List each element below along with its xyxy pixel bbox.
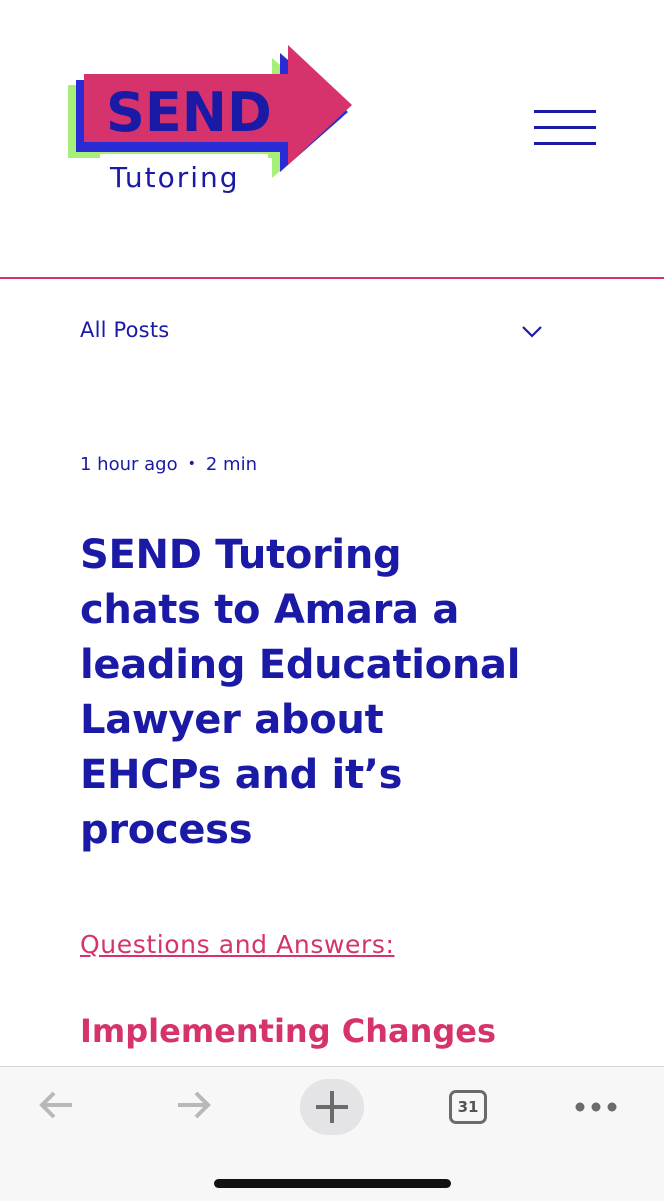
more-button[interactable] (564, 1081, 628, 1135)
new-tab-button[interactable] (300, 1079, 364, 1135)
browser-toolbar: 31 (0, 1066, 664, 1201)
more-dots-icon (575, 1102, 617, 1112)
read-time: 2 min (205, 454, 257, 475)
title-line: Lawyer about (80, 697, 384, 743)
hamburger-icon-bar (534, 142, 596, 145)
header-divider (0, 277, 664, 279)
send-tutoring-logo[interactable]: SEND Tutoring (60, 40, 360, 200)
hamburger-icon-bar (534, 126, 596, 129)
all-posts-dropdown[interactable]: All Posts (80, 312, 550, 352)
title-line: chats to Amara a (80, 587, 460, 633)
back-arrow-icon (39, 1091, 72, 1119)
post-time: 1 hour ago (80, 454, 178, 475)
meta-separator: • (187, 456, 196, 472)
title-line: EHCPs and it’s (80, 752, 403, 798)
hamburger-icon-bar (534, 110, 596, 113)
forward-button[interactable] (162, 1081, 226, 1135)
questions-answers-link[interactable]: Questions and Answers: (80, 930, 395, 959)
logo-graphic: SEND Tutoring (68, 45, 352, 200)
tabs-button[interactable]: 31 (449, 1090, 487, 1124)
back-button[interactable] (24, 1081, 88, 1135)
logo-subword: Tutoring (109, 161, 240, 194)
logo-word: SEND (106, 81, 272, 144)
title-line: leading Educational (80, 642, 521, 688)
dropdown-label: All Posts (80, 318, 170, 342)
chevron-down-icon (522, 326, 542, 338)
title-line: SEND Tutoring (80, 532, 402, 578)
forward-arrow-icon (178, 1091, 211, 1119)
tab-count: 31 (457, 1098, 479, 1116)
post-meta: 1 hour ago • 2 min (80, 454, 257, 475)
menu-button[interactable] (530, 100, 602, 156)
section-heading: Implementing Changes (80, 1012, 497, 1050)
home-indicator[interactable] (214, 1179, 451, 1188)
site-header: SEND Tutoring (0, 0, 664, 278)
title-line: process (80, 807, 253, 853)
post-title: SEND Tutoring chats to Amara a leading E… (80, 528, 580, 858)
plus-icon (316, 1091, 348, 1123)
